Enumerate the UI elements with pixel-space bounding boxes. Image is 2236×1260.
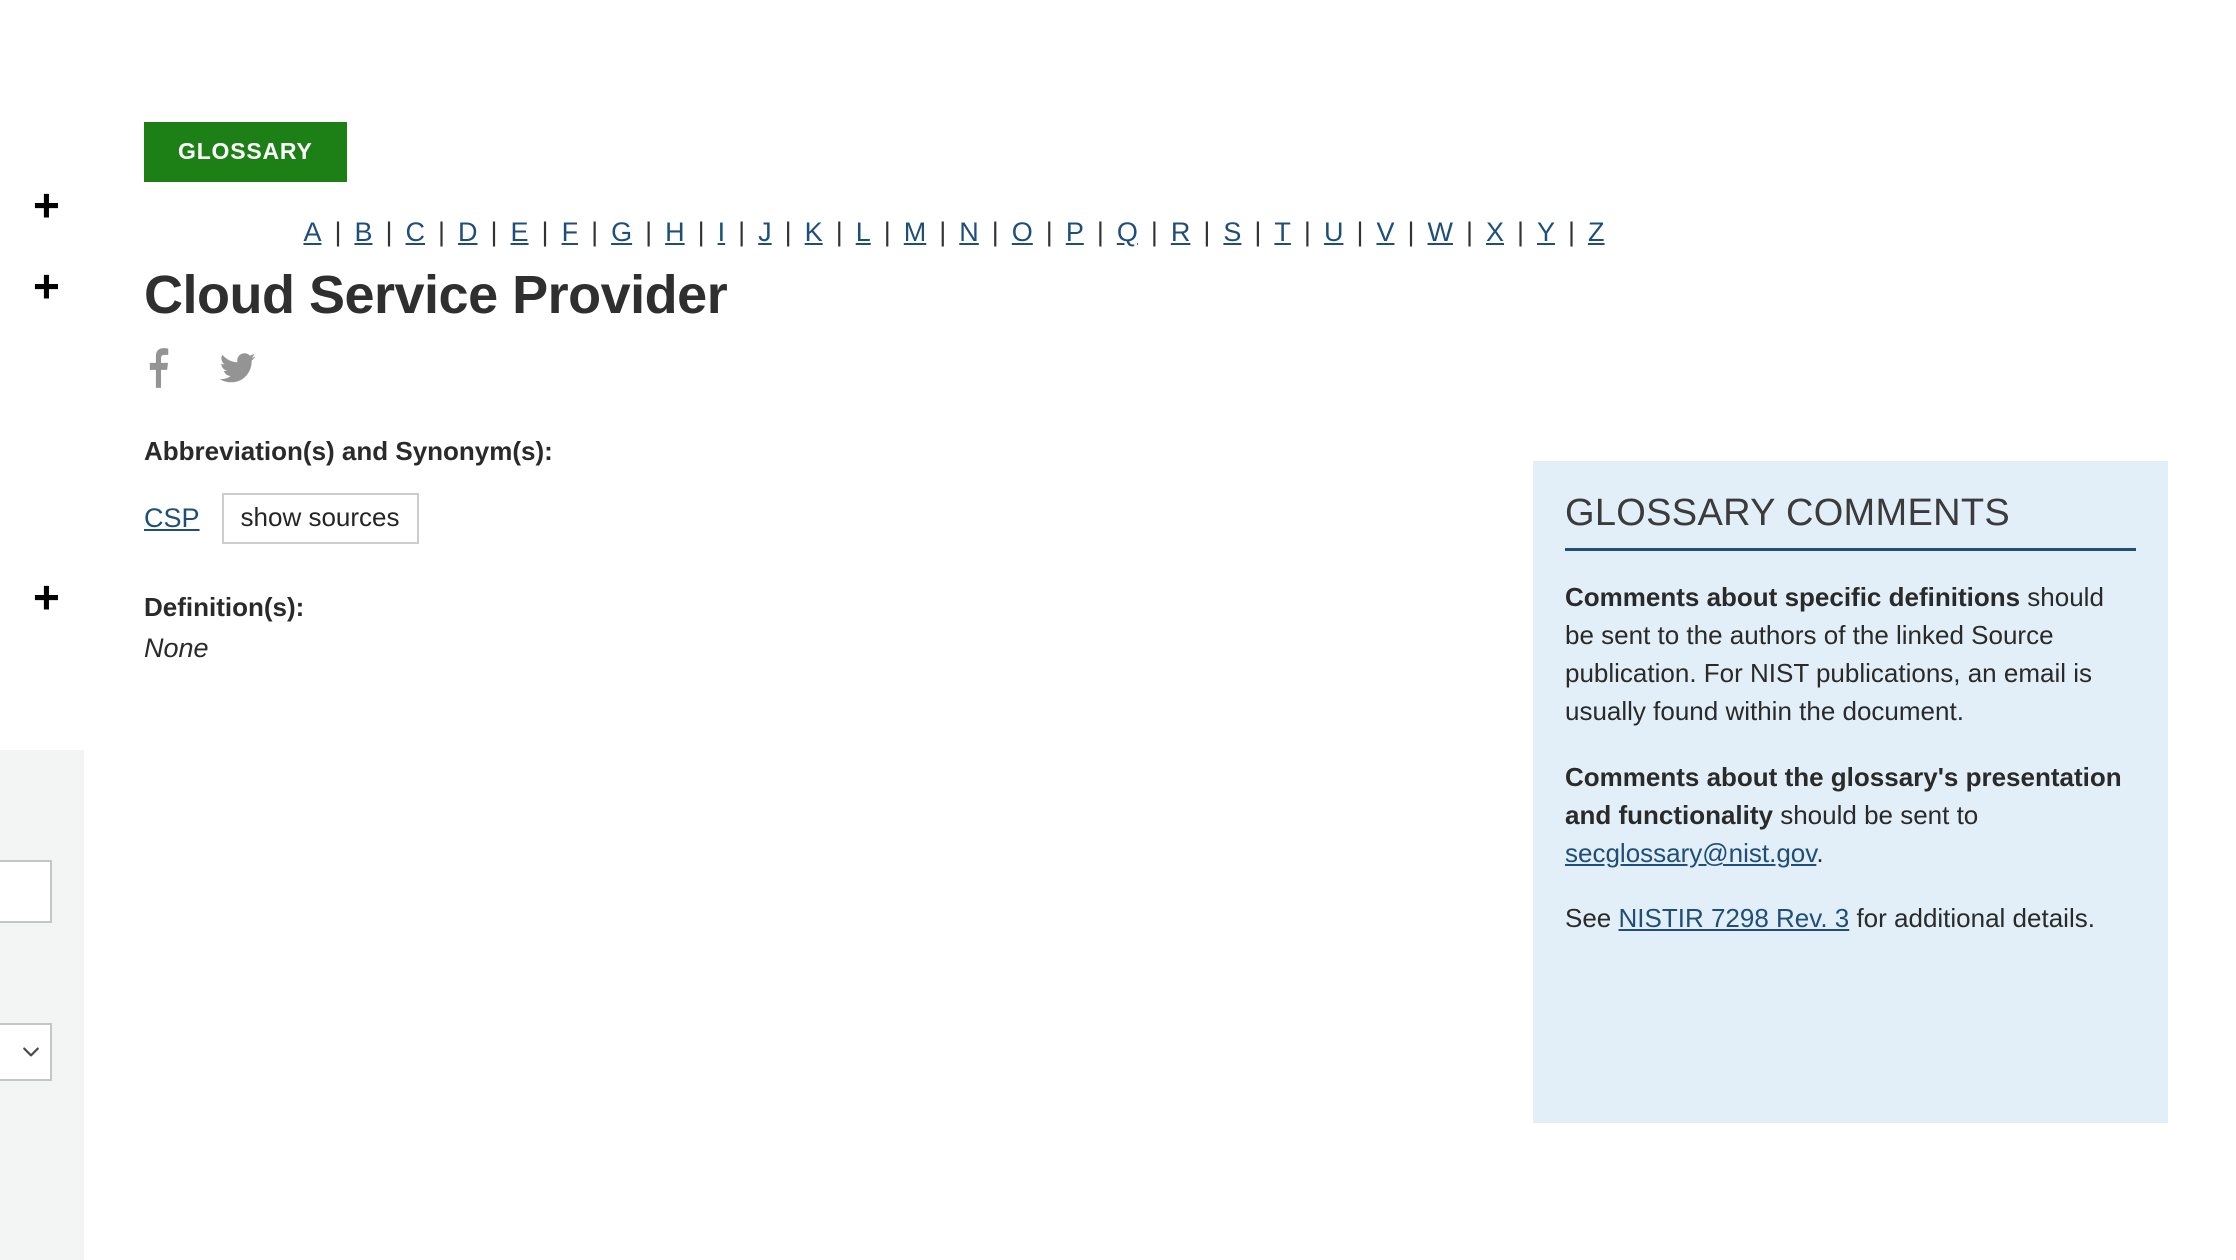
az-link-s[interactable]: S	[1210, 216, 1254, 248]
definition-value: None	[144, 633, 209, 664]
definition-label: Definition(s):	[144, 592, 305, 623]
nistir-publication-link[interactable]: NISTIR 7298 Rev. 3	[1619, 903, 1850, 933]
az-link-r[interactable]: R	[1158, 216, 1204, 248]
abbreviation-link[interactable]: CSP	[144, 503, 200, 534]
az-link-o[interactable]: O	[999, 216, 1046, 248]
az-link-k[interactable]: K	[792, 216, 836, 248]
comments-paragraph-1: Comments about specific definitions shou…	[1565, 578, 2136, 731]
az-separator: |	[1356, 217, 1364, 247]
az-link-z[interactable]: Z	[1575, 216, 1618, 248]
az-separator: |	[1254, 217, 1262, 247]
az-separator: |	[1407, 217, 1415, 247]
main-content: GLOSSARY A | B | C | D | E | F | G | H | I | J | K | L | M | N | O | P…	[144, 0, 1605, 664]
glossary-badge[interactable]: GLOSSARY	[144, 122, 347, 182]
az-separator: |	[697, 217, 705, 247]
az-separator: |	[1150, 217, 1158, 247]
az-link-d[interactable]: D	[445, 216, 491, 248]
comments-p3-start: See	[1565, 903, 1619, 934]
az-link-c[interactable]: C	[393, 216, 439, 248]
az-link-g[interactable]: G	[598, 216, 645, 248]
az-link-y[interactable]: Y	[1524, 216, 1568, 248]
az-separator: |	[1303, 217, 1311, 247]
az-separator: |	[738, 217, 746, 247]
social-share-row	[144, 347, 1544, 388]
az-separator: |	[591, 217, 599, 247]
az-link-a[interactable]: A	[290, 216, 334, 248]
twitter-icon[interactable]	[220, 352, 256, 384]
expand-plus-marker-3[interactable]: +	[33, 574, 60, 620]
az-separator: |	[1465, 217, 1473, 247]
page-title: Cloud Service Provider	[144, 265, 728, 326]
chevron-down-icon	[22, 1043, 40, 1061]
az-separator: |	[1203, 217, 1211, 247]
glossary-comments-heading: GLOSSARY COMMENTS	[1565, 492, 2136, 551]
az-link-j[interactable]: J	[745, 216, 785, 248]
comments-paragraph-3: See NISTIR 7298 Rev. 3 for additional de…	[1565, 899, 2136, 937]
az-separator: |	[438, 217, 446, 247]
az-separator: |	[1045, 217, 1053, 247]
az-separator: |	[991, 217, 999, 247]
az-separator: |	[1568, 217, 1576, 247]
az-separator: |	[1096, 217, 1104, 247]
az-link-w[interactable]: W	[1414, 216, 1465, 248]
glossary-comments-panel: GLOSSARY COMMENTS Comments about specifi…	[1533, 461, 2168, 1123]
az-link-m[interactable]: M	[891, 216, 940, 248]
comments-p2-end: .	[1816, 838, 1824, 868]
az-separator: |	[490, 217, 498, 247]
filter-panel	[0, 750, 84, 1260]
az-separator: |	[541, 217, 549, 247]
comments-p3-end: for additional details.	[1849, 903, 2095, 934]
expand-plus-marker-1[interactable]: +	[33, 182, 60, 228]
az-separator: |	[939, 217, 947, 247]
az-link-e[interactable]: E	[498, 216, 542, 248]
alphabet-navigation: A | B | C | D | E | F | G | H | I | J | K | L | M | N | O | P | Q | R | S | T |…	[144, 216, 1764, 248]
filter-text-input[interactable]	[0, 860, 52, 923]
az-link-x[interactable]: X	[1473, 216, 1517, 248]
comments-p1-bold: Comments about specific definitions	[1565, 581, 2021, 612]
az-separator: |	[883, 217, 891, 247]
az-link-f[interactable]: F	[549, 216, 592, 248]
az-link-n[interactable]: N	[946, 216, 992, 248]
show-sources-button[interactable]: show sources	[221, 492, 419, 545]
az-link-p[interactable]: P	[1053, 216, 1097, 248]
abbreviation-label: Abbreviation(s) and Synonym(s):	[144, 435, 553, 466]
az-separator: |	[1517, 217, 1525, 247]
az-link-h[interactable]: H	[652, 216, 698, 248]
az-separator: |	[784, 217, 792, 247]
az-link-q[interactable]: Q	[1104, 216, 1151, 248]
az-link-l[interactable]: L	[843, 216, 884, 248]
az-link-u[interactable]: U	[1311, 216, 1357, 248]
az-link-b[interactable]: B	[341, 216, 385, 248]
filter-select[interactable]	[0, 1023, 52, 1081]
comments-p2-mid: should be sent to	[1773, 799, 1979, 830]
az-separator: |	[835, 217, 843, 247]
abbreviation-row: CSP show sources	[144, 492, 1544, 545]
comments-paragraph-2: Comments about the glossary's presentati…	[1565, 758, 2136, 873]
facebook-icon[interactable]	[144, 347, 172, 388]
az-link-i[interactable]: I	[705, 216, 739, 248]
expand-plus-marker-2[interactable]: +	[33, 263, 60, 309]
az-separator: |	[385, 217, 393, 247]
az-link-v[interactable]: V	[1363, 216, 1407, 248]
az-separator: |	[334, 217, 342, 247]
secglossary-email-link[interactable]: secglossary@nist.gov	[1565, 838, 1816, 868]
az-link-t[interactable]: T	[1261, 216, 1304, 248]
az-separator: |	[645, 217, 653, 247]
